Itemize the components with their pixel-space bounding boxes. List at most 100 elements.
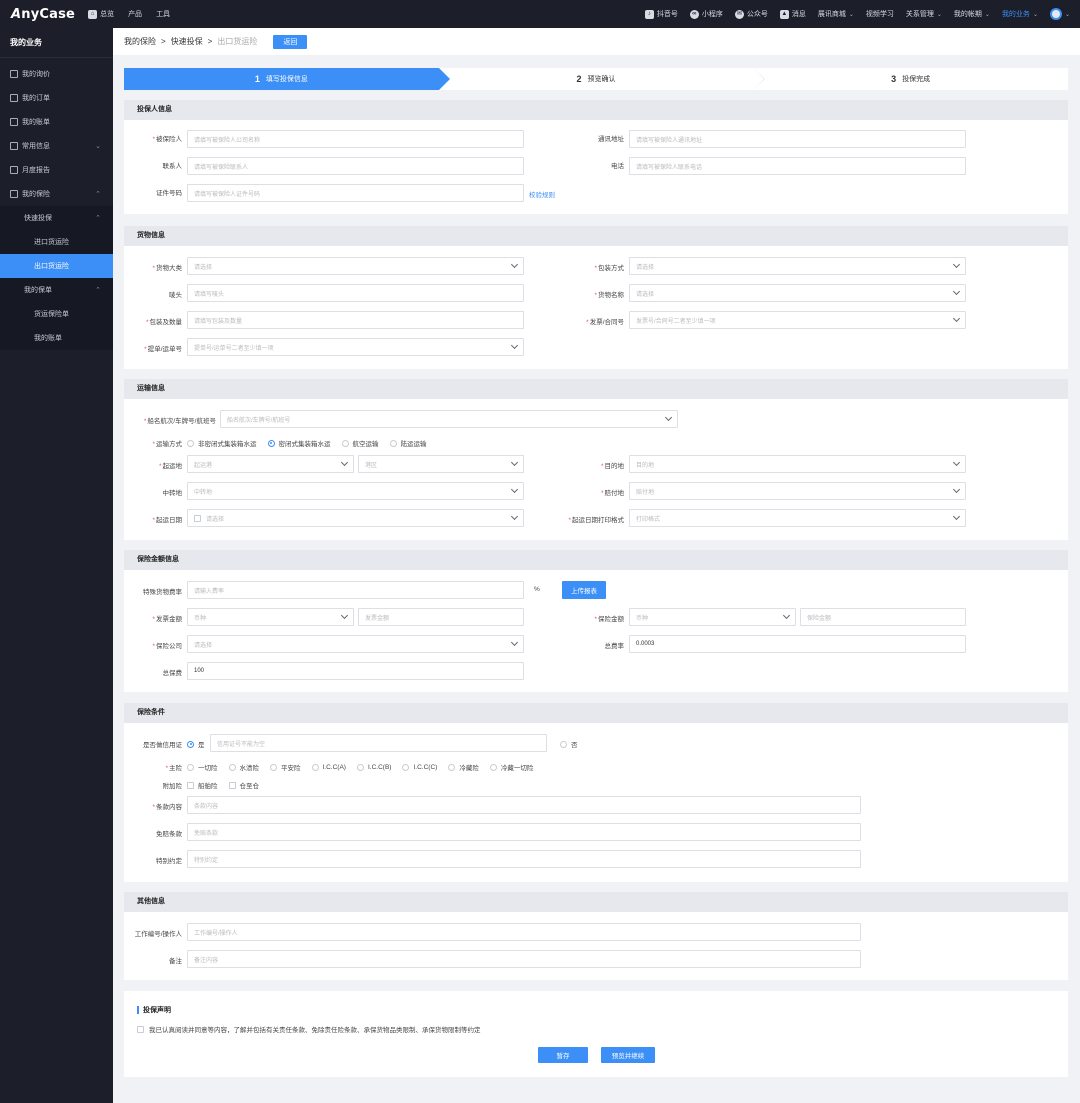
pack-select[interactable]: 请选择 (629, 257, 966, 275)
preview-continue-button[interactable]: 预览并继续 (601, 1047, 655, 1063)
breadcrumb-quick[interactable]: 快速投保 (171, 36, 203, 47)
sidebar-item-inquiry[interactable]: 我的询价 (0, 62, 113, 86)
checkbox-ship[interactable]: 船舶险 (187, 780, 218, 790)
radio-mode-air[interactable]: 航空运输 (341, 438, 379, 448)
nav-douyin[interactable]: ♪ 抖音号 (644, 9, 678, 19)
user-menu[interactable]: ⌄ (1049, 8, 1070, 20)
radio-frozen[interactable]: 冷藏险 (448, 762, 479, 772)
upload-report-button[interactable]: 上传报表 (562, 581, 606, 599)
chevron-down-icon (510, 341, 519, 350)
insured-currency-select[interactable]: 币种 (629, 608, 796, 626)
pack-label: *包装方式 (594, 265, 624, 272)
section-title: 其他信息 (124, 892, 1068, 912)
breadcrumb-insurance[interactable]: 我的保险 (124, 36, 156, 47)
nav-mall[interactable]: 展讯商城 ⌄ (818, 9, 854, 19)
anycase-logo[interactable]: AnyCase (11, 7, 75, 22)
declaration-agree[interactable]: 我已认真阅读并同意等内容，了解并包括有关责任条款、免除责任险条款、承保货物品类限… (137, 1024, 481, 1034)
sidebar-item-orders[interactable]: 我的订单 (0, 86, 113, 110)
credit-number-input[interactable]: 信用证号不能为空 (210, 734, 547, 752)
nav-official[interactable]: ✉ 公众号 (734, 9, 768, 19)
radio-fpa[interactable]: 平安险 (270, 762, 301, 772)
insured-input[interactable]: 请填写被保险人公司名称 (187, 130, 524, 148)
date-picker[interactable]: 请选择 (187, 509, 524, 527)
sidebar-item-insurance[interactable]: 我的保险 ⌃ (0, 182, 113, 206)
nav-message[interactable]: ▲ 消息 (779, 9, 806, 19)
sidebar-item-monthly-report[interactable]: 月度报告 (0, 158, 113, 182)
radio-icc-c[interactable]: I.C.C(C) (402, 763, 437, 771)
id-input[interactable]: 请填写被保险人证件号码 (187, 184, 524, 202)
radio-circle (389, 439, 397, 447)
chevron-down-icon (340, 458, 349, 467)
rule-link[interactable]: 校验规则 (529, 189, 555, 199)
nav-mine[interactable]: 我的帐期 ⌄ (954, 9, 990, 19)
nav-business[interactable]: 我的业务 ⌄ (1002, 9, 1038, 19)
radio-icc-b[interactable]: I.C.C(B) (356, 763, 391, 771)
sidebar-item-common-info[interactable]: 常用信息 ⌄ (0, 134, 113, 158)
special-input[interactable]: 特别约定 (187, 850, 861, 868)
address-input[interactable]: 请填写被保险人通讯地址 (629, 130, 966, 148)
radio-mode-land[interactable]: 陆运运输 (389, 438, 427, 448)
remark-input[interactable]: 备注内容 (187, 950, 861, 968)
section-title: 运输信息 (124, 379, 1068, 399)
back-button[interactable]: 返回 (273, 34, 308, 49)
sidebar-item-quick-insure[interactable]: 快速投保 ⌃ (0, 206, 113, 230)
nav-product[interactable]: 产品 (128, 9, 142, 19)
nav-overview[interactable]: ⌂ 总览 (88, 9, 114, 19)
sidebar-item-cargo-policy[interactable]: 货运保险单 (0, 302, 113, 326)
worker-input[interactable]: 工作编号/操作人 (187, 923, 861, 941)
sidebar-item-label: 我的订单 (22, 95, 50, 102)
origin-port-select[interactable]: 起运港 (187, 455, 354, 473)
qty-input[interactable]: 请填写包装及数量 (187, 311, 524, 329)
transit-select[interactable]: 中转地 (187, 482, 524, 500)
dest-select[interactable]: 目的地 (629, 455, 966, 473)
goods-name-select[interactable]: 请选择 (629, 284, 966, 302)
total-rate-input[interactable]: 0.0003 (629, 635, 966, 653)
mark-input[interactable]: 请填写唛头 (187, 284, 524, 302)
invoice-amount-input[interactable]: 发票金额 (358, 608, 524, 626)
sidebar-item-label: 我的询价 (22, 71, 50, 78)
premium-input[interactable]: 100 (187, 662, 524, 680)
category-select[interactable]: 请选择 (187, 257, 524, 275)
remark-label: 备注 (169, 958, 182, 965)
invoice-select[interactable]: 发票号/合同号二者至少填一项 (629, 311, 966, 329)
radio-icc-a[interactable]: I.C.C(A) (311, 763, 346, 771)
deductible-input[interactable]: 免赔条款 (187, 823, 861, 841)
sidebar-item-export-cargo[interactable]: 出口货运险 (0, 254, 113, 278)
bl-select[interactable]: 提单号/运单号二者至少填一项 (187, 338, 524, 356)
pay-select[interactable]: 赔付地 (629, 482, 966, 500)
insured-amt-label: *保险金额 (594, 616, 624, 623)
id-label: 证件号码 (156, 190, 182, 197)
address-label: 通讯地址 (598, 136, 624, 143)
sidebar-item-my-bills[interactable]: 我的账单 (0, 326, 113, 350)
save-draft-button[interactable]: 暂存 (538, 1047, 588, 1063)
sidebar-item-import-cargo[interactable]: 进口货运险 (0, 230, 113, 254)
phone-input[interactable]: 请填写被保险人联系电话 (629, 157, 966, 175)
bill-icon (10, 118, 18, 126)
insured-amount-input[interactable]: 保险金额 (800, 608, 966, 626)
rate-input[interactable]: 请输入费率 (187, 581, 524, 599)
radio-wpa[interactable]: 水渍险 (228, 762, 259, 772)
company-select[interactable]: 请选择 (187, 635, 524, 653)
datefmt-select[interactable]: 打印格式 (629, 509, 966, 527)
clause-input[interactable]: 条款内容 (187, 796, 861, 814)
radio-mode-closed[interactable]: 密闭式集装箱水运 (267, 438, 331, 448)
nav-tools[interactable]: 工具 (156, 9, 170, 19)
nav-miniprogram[interactable]: ∞ 小程序 (689, 9, 723, 19)
radio-frozen-all[interactable]: 冷藏一切险 (489, 762, 533, 772)
checkbox-warehouse[interactable]: 仓至仓 (228, 780, 259, 790)
sidebar-item-bills[interactable]: 我的账单 (0, 110, 113, 134)
chevron-down-icon (510, 458, 519, 467)
contact-input[interactable]: 请填写被保险联系人 (187, 157, 524, 175)
origin-area-select[interactable]: 港区 (358, 455, 524, 473)
title-accent-bar (137, 1006, 139, 1014)
radio-mode-open[interactable]: 非密闭式集装箱水运 (187, 438, 257, 448)
nav-relation[interactable]: 关系管理 ⌄ (906, 9, 942, 19)
radio-all-risks[interactable]: 一切险 (187, 762, 218, 772)
invoice-currency-select[interactable]: 币种 (187, 608, 354, 626)
sidebar-item-my-policies[interactable]: 我的保单 ⌃ (0, 278, 113, 302)
nav-official-label: 公众号 (746, 11, 768, 18)
vessel-select[interactable]: 船名航次/车牌号/航班号 (220, 410, 678, 428)
nav-learning[interactable]: 视频学习 (866, 9, 894, 19)
breadcrumb: 我的保险 > 快速投保 > 出口货运险 返回 (113, 28, 1080, 55)
credit-no-radio[interactable]: 否 (560, 739, 589, 749)
